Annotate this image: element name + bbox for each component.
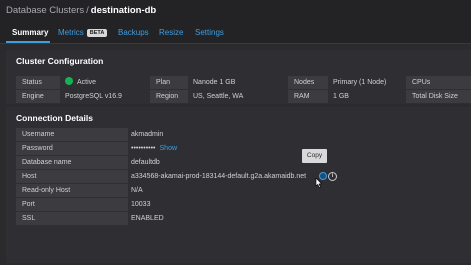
- database-name-label: Database name: [16, 156, 128, 169]
- divider: [0, 43, 471, 44]
- breadcrumb-separator: /: [86, 5, 89, 16]
- nodes-label: Nodes: [288, 76, 328, 89]
- table-row: Username akmadmin: [16, 128, 350, 141]
- show-password-link[interactable]: Show: [160, 145, 178, 152]
- tab-bar: Summary Metrics BETA Backups Resize Setti…: [0, 24, 471, 43]
- host-text: a334568-akamai-prod-183144-default.g2a.a…: [131, 173, 307, 180]
- port-label: Port: [16, 198, 128, 211]
- username-value: akmadmin: [131, 131, 164, 138]
- password-label: Password: [16, 142, 128, 155]
- table-row: Password •••••••••• Show: [16, 142, 350, 155]
- status-value: Active: [60, 76, 150, 89]
- tab-metrics[interactable]: Metrics BETA: [58, 28, 108, 37]
- mouse-cursor-icon: [315, 178, 323, 188]
- tab-summary[interactable]: Summary: [12, 28, 48, 37]
- engine-label: Engine: [16, 90, 60, 103]
- connection-details-panel: Connection Details Username akmadmin Pas…: [6, 107, 471, 263]
- table-row: Host a334568-akamai-prod-183144-default.…: [16, 170, 350, 183]
- ssl-value: ENABLED: [131, 215, 164, 222]
- connection-details-title: Connection Details: [16, 113, 93, 123]
- cluster-configuration-title: Cluster Configuration: [16, 56, 104, 66]
- table-row: Database name defaultdb: [16, 156, 350, 169]
- ram-value: 1 GB: [333, 93, 349, 100]
- beta-badge: BETA: [86, 29, 108, 37]
- copy-tooltip: Copy: [302, 149, 327, 163]
- password-masked: ••••••••••: [131, 145, 156, 152]
- top-bar: Database Clusters / destination-db Summary…: [0, 0, 471, 44]
- ram-label: RAM: [288, 90, 328, 103]
- cluster-configuration-panel: Cluster Configuration Status Active Plan…: [6, 50, 471, 104]
- table-row: Read-only Host N/A: [16, 184, 350, 197]
- table-row: SSL ENABLED: [16, 212, 350, 225]
- tab-resize[interactable]: Resize: [159, 28, 183, 37]
- breadcrumb-parent-link[interactable]: Database Clusters: [6, 5, 84, 16]
- tab-settings[interactable]: Settings: [195, 28, 224, 37]
- nodes-value: Primary (1 Node): [333, 79, 387, 86]
- plan-label: Plan: [150, 76, 188, 89]
- status-text: Active: [77, 79, 97, 86]
- region-label: Region: [150, 90, 188, 103]
- region-value: US, Seattle, WA: [193, 93, 244, 100]
- info-icon[interactable]: i: [328, 172, 337, 181]
- cpus-label: CPUs: [406, 76, 471, 89]
- breadcrumb-current: destination-db: [90, 5, 157, 16]
- tab-backups[interactable]: Backups: [118, 28, 149, 37]
- username-label: Username: [16, 128, 128, 141]
- breadcrumb: Database Clusters / destination-db: [6, 5, 156, 16]
- tab-metrics-label: Metrics: [58, 28, 84, 37]
- total-disk-size-label: Total Disk Size: [406, 90, 471, 103]
- status-label: Status: [16, 76, 60, 89]
- table-row: Port 10033: [16, 198, 350, 211]
- port-value: 10033: [131, 201, 151, 208]
- engine-value: PostgreSQL v16.9: [65, 93, 122, 100]
- status-active-icon: [65, 77, 73, 85]
- plan-value: Nanode 1 GB: [193, 79, 236, 86]
- host-label: Host: [16, 170, 128, 183]
- read-only-host-label: Read-only Host: [16, 184, 128, 197]
- ssl-label: SSL: [16, 212, 128, 225]
